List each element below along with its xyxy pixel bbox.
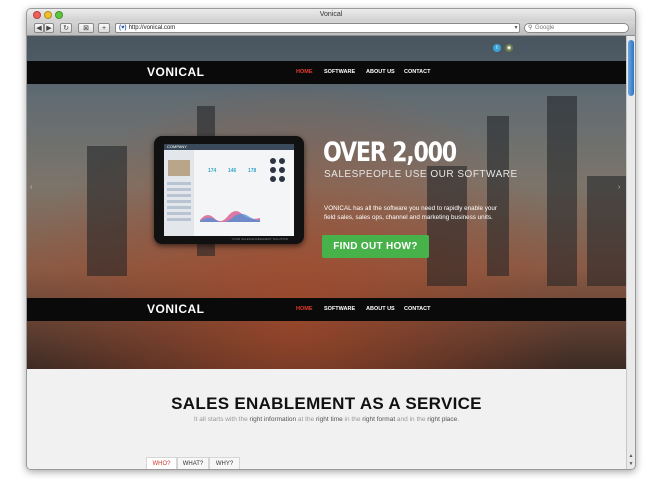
hero-subheadline: SALESPEOPLE USE OUR SOFTWARE: [324, 169, 518, 180]
sidebar-row: [167, 194, 191, 197]
search-placeholder: Google: [535, 25, 555, 31]
back-arrow-icon: ◀: [36, 25, 42, 32]
hero-body-text: VONICAL has all the software you need to…: [324, 205, 498, 221]
scroll-thumb[interactable]: [628, 40, 634, 96]
tab-what[interactable]: WHAT?: [177, 457, 209, 469]
dial-icon: [279, 158, 285, 164]
dial-icon: [279, 176, 285, 182]
bookmarks-button[interactable]: ⊠: [78, 23, 94, 33]
search-input[interactable]: ⚲ Google: [524, 23, 629, 33]
find-out-how-button[interactable]: FIND OUT HOW?: [322, 235, 429, 258]
sidebar-row: [167, 200, 191, 203]
nav-link-software[interactable]: SOFTWARE: [324, 61, 355, 84]
site-logo[interactable]: VONICAL: [147, 298, 205, 321]
dial-icon: [270, 167, 276, 173]
nav-link-home[interactable]: HOME: [296, 61, 313, 84]
hero-banner: t ◉ VONICAL HOME SOFTWARE ABOUT US CONTA…: [27, 36, 626, 369]
app-sidebar: [164, 150, 194, 236]
add-bookmark-button[interactable]: +: [98, 23, 110, 33]
section-subtitle: It all starts with the right information…: [27, 416, 626, 423]
nav-link-software[interactable]: SOFTWARE: [324, 298, 355, 321]
tab-who[interactable]: WHO?: [146, 457, 177, 469]
sidebar-row: [167, 188, 191, 191]
tablet-caption: YOUR SALES ENABLEMENT SOLUTION: [231, 237, 288, 241]
sidebar-row: [167, 206, 191, 209]
subtitle-highlight: right format: [362, 416, 396, 423]
url-text: http://vonical.com: [128, 25, 176, 31]
profile-photo: [168, 160, 190, 176]
address-bar[interactable]: (♥) http://vonical.com: [115, 23, 520, 33]
plus-icon: +: [101, 25, 107, 32]
stat-value: 146: [228, 168, 237, 174]
site-favicon: (♥): [119, 25, 127, 31]
dial-icon: [279, 167, 285, 173]
tablet-screen: COMPANY 174 146 178: [164, 144, 294, 236]
service-section: SALES ENABLEMENT AS A SERVICE It all sta…: [27, 369, 626, 469]
subtitle-text: It all starts with the: [193, 416, 250, 423]
dial-icon: [270, 158, 276, 164]
nav-link-about-us[interactable]: ABOUT US: [366, 61, 395, 84]
rss-icon[interactable]: ◉: [505, 44, 513, 52]
search-icon: ⚲: [528, 25, 533, 31]
section-title: SALES ENABLEMENT AS A SERVICE: [171, 394, 482, 413]
subtitle-highlight: right time: [316, 416, 343, 423]
title-bar: Vonical: [27, 9, 635, 21]
subtitle-text: in the: [342, 416, 363, 423]
site-navbar: VONICAL HOME SOFTWARE ABOUT US CONTACT: [27, 61, 626, 84]
tablet-image: COMPANY 174 146 178 YOUR SALES ENABLEMEN…: [154, 136, 304, 244]
site-navbar-sticky: VONICAL HOME SOFTWARE ABOUT US CONTACT: [27, 298, 626, 321]
subtitle-highlight: right place: [427, 416, 458, 423]
browser-toolbar: ◀ ▶ ↻ ⊠ + (♥) http://vonical.com ▾ ⚲ Goog…: [27, 21, 635, 36]
tab-why[interactable]: WHY?: [209, 457, 240, 469]
back-button[interactable]: ◀: [34, 23, 44, 33]
subtitle-highlight: right information: [249, 416, 297, 423]
browser-window: Vonical ◀ ▶ ↻ ⊠ + (♥) http://vonical.com …: [26, 8, 636, 470]
scroll-up-icon[interactable]: ▲: [627, 453, 635, 460]
subtitle-text: at the: [296, 416, 316, 423]
nav-link-about-us[interactable]: ABOUT US: [366, 298, 395, 321]
sidebar-row: [167, 212, 191, 215]
stat-value: 178: [248, 168, 257, 174]
nav-link-contact[interactable]: CONTACT: [404, 298, 430, 321]
window-title: Vonical: [319, 11, 343, 18]
site-logo[interactable]: VONICAL: [147, 61, 205, 84]
nav-link-contact[interactable]: CONTACT: [404, 61, 430, 84]
vertical-scrollbar[interactable]: ▲ ▼: [626, 36, 635, 469]
city-building: [547, 96, 577, 286]
dial-icon: [270, 176, 276, 182]
carousel-next-icon[interactable]: ›: [618, 184, 620, 191]
address-dropdown-icon[interactable]: ▾: [512, 23, 520, 33]
sidebar-row: [167, 218, 191, 221]
bookmarks-icon: ⊠: [83, 25, 89, 32]
sidebar-row: [167, 182, 191, 185]
hero-headline: OVER 2,000: [323, 137, 457, 168]
scroll-down-icon[interactable]: ▼: [627, 461, 635, 468]
city-building: [87, 146, 127, 276]
forward-arrow-icon: ▶: [46, 25, 52, 32]
city-building: [487, 116, 509, 276]
reload-button[interactable]: ↻: [60, 23, 72, 33]
stat-value: 174: [208, 168, 217, 174]
page-viewport: t ◉ VONICAL HOME SOFTWARE ABOUT US CONTA…: [27, 36, 626, 469]
reload-icon: ↻: [63, 25, 69, 32]
subtitle-text: .: [457, 416, 460, 423]
forward-button[interactable]: ▶: [44, 23, 54, 33]
twitter-icon[interactable]: t: [493, 44, 501, 52]
nav-link-home[interactable]: HOME: [296, 298, 313, 321]
city-building: [587, 176, 626, 286]
carousel-prev-icon[interactable]: ‹: [30, 184, 32, 191]
city-building: [427, 166, 467, 286]
subtitle-text: and in the: [395, 416, 428, 423]
wave-graph: [200, 210, 260, 222]
